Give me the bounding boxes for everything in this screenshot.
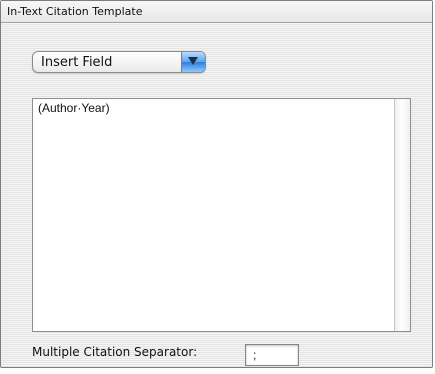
insert-field-popup-button[interactable]: Insert Field [32, 51, 206, 73]
panel-title: In-Text Citation Template [7, 5, 143, 18]
popup-arrow-button[interactable] [181, 52, 205, 72]
vertical-scrollbar[interactable] [394, 99, 410, 331]
separator-input[interactable]: ; [245, 344, 299, 366]
citation-template-panel: In-Text Citation Template Insert Field (… [0, 0, 433, 368]
citation-template-text-area[interactable]: (Author·Year) [32, 98, 411, 332]
triangle-down-icon [188, 57, 198, 65]
panel-title-bar: In-Text Citation Template [1, 1, 432, 23]
citation-template-text: (Author·Year) [38, 101, 110, 115]
separator-label: Multiple Citation Separator: [32, 345, 198, 359]
insert-field-label: Insert Field [41, 55, 113, 70]
